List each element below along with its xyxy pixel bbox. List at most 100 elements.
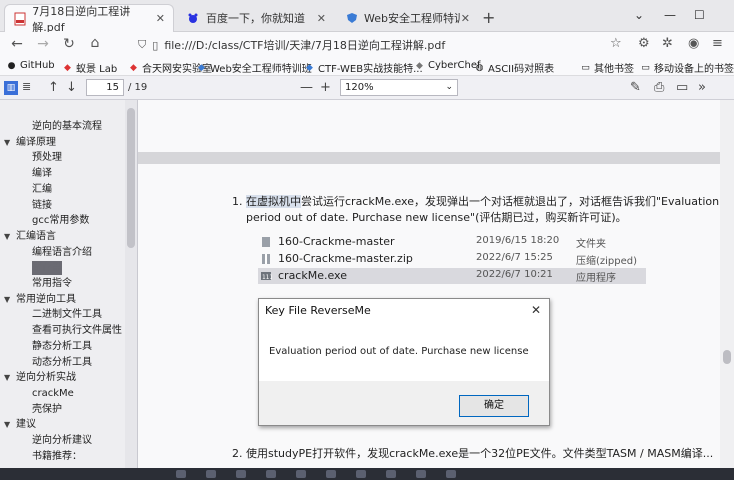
zoom-out-button[interactable]: — bbox=[300, 80, 313, 95]
new-tab-button[interactable]: + bbox=[482, 8, 495, 27]
highlighted-text: 在虚拟机中 bbox=[246, 195, 301, 208]
outline-item[interactable]: 动态分析工具 bbox=[32, 356, 92, 370]
bookmark-github[interactable]: ● GitHub bbox=[6, 60, 55, 71]
outline-item[interactable]: crackMe bbox=[32, 387, 74, 401]
bookmark-star-icon[interactable]: ☆ bbox=[610, 36, 622, 51]
shield-outline-icon: ⛉ bbox=[138, 38, 147, 51]
outline-item[interactable]: ▼ 建议 bbox=[4, 418, 36, 432]
lab-icon: ◆ bbox=[64, 62, 71, 73]
chevron-down-icon[interactable]: ▼ bbox=[4, 230, 10, 244]
page-number-input[interactable]: 15 bbox=[86, 79, 124, 96]
taskbar-app-icon[interactable] bbox=[386, 470, 396, 478]
close-tab-icon[interactable]: ✕ bbox=[156, 12, 165, 25]
outline-item[interactable]: ▼ 汇编语言 bbox=[4, 230, 56, 244]
menu-icon[interactable]: ≡ bbox=[712, 36, 723, 51]
page-separator bbox=[138, 152, 720, 164]
taskbar-app-icon[interactable] bbox=[326, 470, 336, 478]
outline-item[interactable]: 静态分析工具 bbox=[32, 340, 92, 354]
outline-item[interactable]: ▼ 编译原理 bbox=[4, 136, 56, 150]
list-number: 2. bbox=[232, 447, 243, 460]
taskbar-app-icon[interactable] bbox=[446, 470, 456, 478]
page-up-icon[interactable]: ↑ bbox=[48, 80, 59, 95]
zoom-in-button[interactable]: + bbox=[320, 80, 331, 95]
outline-label: 常用逆向工具 bbox=[16, 293, 76, 305]
sidebar-scrollbar[interactable] bbox=[125, 100, 137, 468]
outline-icon[interactable]: ≣ bbox=[22, 80, 31, 93]
zoom-select[interactable]: 120% ⌄ bbox=[340, 79, 458, 96]
chevron-down-icon[interactable]: ▼ bbox=[4, 293, 10, 307]
outline-label: 壳保护 bbox=[32, 403, 62, 415]
outline-label: 二进制文件工具 bbox=[32, 309, 102, 321]
outline-item[interactable]: ▼ 常用逆向工具 bbox=[4, 293, 76, 307]
taskbar-app-icon[interactable] bbox=[176, 470, 186, 478]
home-icon[interactable]: ⌂ bbox=[84, 35, 106, 51]
zip-icon bbox=[260, 253, 272, 265]
chevron-down-icon[interactable]: ▼ bbox=[4, 418, 10, 432]
outline-item[interactable]: 寄存器 bbox=[32, 261, 62, 276]
bookmark-cyberchef[interactable]: ◆ CyberChef bbox=[414, 60, 480, 71]
outline-label: crackMe bbox=[32, 387, 74, 399]
tab-list-icon[interactable]: ⌄ bbox=[634, 8, 644, 22]
list-number: 1. bbox=[232, 195, 243, 208]
outline-label: 预处理 bbox=[32, 152, 62, 164]
outline-item[interactable]: 书籍推荐： bbox=[32, 450, 82, 464]
taskbar-app-icon[interactable] bbox=[236, 470, 246, 478]
bookmark-yijing-lab[interactable]: ◆ 蚁景 Lab bbox=[62, 60, 117, 76]
close-tab-icon[interactable]: ✕ bbox=[317, 12, 326, 25]
outline-item[interactable]: 预处理 bbox=[32, 151, 62, 165]
outline-item[interactable]: 常用指令 bbox=[32, 277, 72, 291]
save-icon[interactable]: ▭ bbox=[676, 80, 688, 95]
outline-item[interactable]: 编程语言介绍 bbox=[32, 246, 92, 260]
document-scrollbar[interactable] bbox=[720, 100, 734, 468]
outline-item[interactable]: 壳保护 bbox=[32, 403, 62, 417]
tab-web-security[interactable]: Web安全工程师特训班（安全... ✕ bbox=[338, 4, 478, 32]
taskbar-app-icon[interactable] bbox=[266, 470, 276, 478]
outline-label: 编译 bbox=[32, 168, 52, 180]
minimize-icon[interactable]: — bbox=[664, 8, 676, 22]
forward-icon[interactable]: → bbox=[32, 36, 54, 52]
outline-item[interactable]: 汇编 bbox=[32, 183, 52, 197]
bookmark-ctf-web[interactable]: ◆ CTF-WEB实战技能特... bbox=[304, 60, 423, 76]
close-tab-icon[interactable]: ✕ bbox=[461, 12, 470, 25]
outline-item[interactable]: 二进制文件工具 bbox=[32, 308, 102, 322]
outline-item[interactable]: ▼ 逆向分析实战 bbox=[4, 371, 76, 385]
sidebar-toggle-icon[interactable]: ▥ bbox=[4, 81, 18, 95]
bookmark-web-security[interactable]: ◆ Web安全工程师特训班 bbox=[196, 60, 312, 76]
scrollbar-thumb[interactable] bbox=[127, 108, 135, 248]
taskbar-app-icon[interactable] bbox=[296, 470, 306, 478]
taskbar-app-icon[interactable] bbox=[416, 470, 426, 478]
globe-icon: ◍ bbox=[475, 62, 484, 73]
file-row: 111 crackMe.exe 2022/6/7 10:21 应用程序 bbox=[258, 268, 646, 284]
outline-item[interactable]: 编译 bbox=[32, 167, 52, 181]
bookmark-ascii[interactable]: ◍ ASCII码对照表 bbox=[474, 60, 555, 76]
file-row: 160-Crackme-master 2019/6/15 18:20 文件夹 bbox=[258, 234, 646, 250]
print-icon[interactable]: ⎙ bbox=[654, 80, 664, 95]
chevron-down-icon[interactable]: ▼ bbox=[4, 371, 10, 385]
dialog-message: Evaluation period out of date. Purchase … bbox=[259, 323, 549, 381]
page-total: / 19 bbox=[128, 82, 148, 93]
outline-item[interactable]: 查看可执行文件属性 bbox=[32, 324, 122, 338]
account-icon[interactable]: ◉ bbox=[688, 36, 699, 51]
back-icon[interactable]: ← bbox=[6, 36, 28, 52]
extension-icon[interactable]: ⚙ bbox=[638, 36, 650, 51]
outline-item[interactable]: 链接 bbox=[32, 199, 52, 213]
more-tools-icon[interactable]: » bbox=[698, 80, 706, 95]
chevron-down-icon[interactable]: ▼ bbox=[4, 136, 10, 150]
outline-item[interactable]: 逆向分析建议 bbox=[32, 434, 92, 448]
tab-baidu[interactable]: 百度一下，你就知道 ✕ bbox=[178, 4, 334, 32]
maximize-icon[interactable]: ☐ bbox=[694, 8, 705, 22]
page-down-icon[interactable]: ↓ bbox=[66, 80, 77, 95]
taskbar-app-icon[interactable] bbox=[206, 470, 216, 478]
taskbar-app-icon[interactable] bbox=[356, 470, 366, 478]
outline-item[interactable]: 逆向的基本流程 bbox=[32, 120, 102, 134]
edit-icon[interactable]: ✎ bbox=[630, 80, 641, 95]
outline-label: 汇编 bbox=[32, 183, 52, 195]
scrollbar-thumb[interactable] bbox=[723, 350, 731, 364]
url-bar[interactable]: ⛉ ▯ file:///D:/class/CTF培训/天津/7月18日逆向工程讲… bbox=[138, 36, 445, 54]
bookmark-mobile[interactable]: ▭ 移动设备上的书签 bbox=[640, 60, 734, 76]
outline-item[interactable]: gcc常用参数 bbox=[32, 214, 89, 228]
bookmark-other[interactable]: ▭ 其他书签 bbox=[580, 60, 634, 76]
reload-icon[interactable]: ↻ bbox=[58, 36, 80, 52]
tab-pdf[interactable]: 7月18日逆向工程讲解.pdf ✕ bbox=[4, 4, 174, 34]
settings-icon[interactable]: ✲ bbox=[662, 36, 673, 51]
